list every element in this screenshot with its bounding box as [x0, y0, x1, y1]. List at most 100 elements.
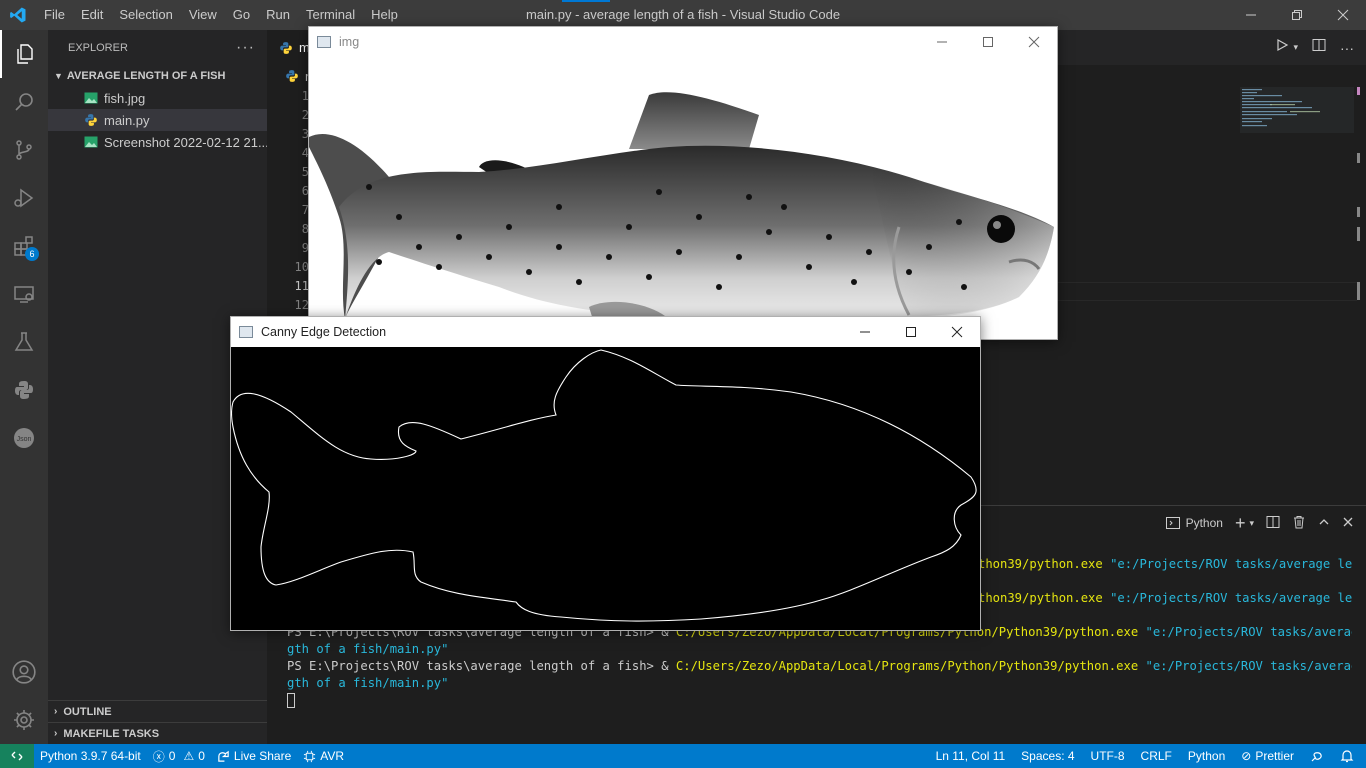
terminal-cursor — [287, 693, 295, 708]
source-control-icon[interactable] — [0, 126, 48, 174]
menu-run[interactable]: Run — [258, 0, 298, 30]
folder-name: AVERAGE LENGTH OF A FISH — [66, 70, 226, 82]
explorer-icon[interactable] — [0, 30, 48, 78]
file-name: main.py — [104, 112, 150, 128]
more-actions-icon[interactable]: ··· — [1340, 40, 1354, 56]
img-window[interactable]: img — [308, 26, 1058, 340]
line-number: 6 — [301, 184, 309, 198]
avr-button[interactable]: AVR — [297, 749, 350, 763]
file-item-main-py[interactable]: main.py — [48, 109, 267, 131]
close-panel-icon[interactable] — [1342, 516, 1354, 531]
fish-grayscale-image — [309, 57, 1057, 339]
title-accent-bar — [562, 0, 610, 2]
error-icon: ⓧ — [152, 749, 165, 764]
canny-edge-window[interactable]: Canny Edge Detection — [230, 316, 981, 631]
eol-label: CRLF — [1140, 749, 1172, 763]
window-app-icon — [317, 36, 331, 48]
trash-icon[interactable] — [1292, 515, 1306, 532]
makefile-tasks-section[interactable]: › MAKEFILE TASKS — [48, 722, 267, 744]
avr-label: AVR — [320, 749, 345, 763]
svg-text:Json: Json — [17, 436, 32, 443]
prettier-status[interactable]: ⊘ Prettier — [1233, 749, 1302, 763]
problems-indicator[interactable]: ⓧ 0 ⚠ 0 — [147, 748, 211, 765]
encoding-label: UTF-8 — [1090, 749, 1125, 763]
explorer-header: EXPLORER — [68, 41, 128, 54]
file-name: fish.jpg — [104, 90, 146, 106]
vscode-logo-icon — [0, 0, 36, 30]
split-terminal-icon[interactable] — [1266, 515, 1280, 532]
line-number: 12 — [294, 298, 309, 312]
testing-icon[interactable] — [0, 318, 48, 366]
prettier-icon: ⊘ — [1241, 749, 1252, 763]
terminal-cursor-line — [287, 692, 1352, 709]
indentation[interactable]: Spaces: 4 — [1013, 749, 1082, 763]
menu-file[interactable]: File — [36, 0, 73, 30]
new-terminal-icon[interactable]: + — [1235, 513, 1246, 534]
close-icon[interactable] — [1011, 27, 1057, 57]
warning-count: 0 — [198, 749, 205, 763]
minimize-icon[interactable] — [842, 317, 888, 347]
encoding[interactable]: UTF-8 — [1083, 749, 1133, 763]
run-python-file-icon[interactable] — [1275, 38, 1289, 57]
settings-gear-icon[interactable] — [0, 696, 48, 744]
remote-indicator-icon[interactable] — [0, 744, 34, 768]
chevron-down-icon[interactable]: ▾ — [1249, 518, 1254, 529]
live-share-label: Live Share — [233, 749, 292, 763]
close-icon[interactable] — [1320, 0, 1366, 30]
restore-icon[interactable] — [1274, 0, 1320, 30]
live-share-button[interactable]: Live Share — [211, 749, 297, 763]
minimize-icon[interactable] — [1228, 0, 1274, 30]
python-interpreter[interactable]: Python 3.9.7 64-bit — [34, 749, 147, 763]
cursor-position[interactable]: Ln 11, Col 11 — [928, 749, 1014, 763]
feedback-icon[interactable] — [1302, 749, 1332, 763]
window-title: main.py - average length of a fish - Vis… — [525, 7, 841, 22]
search-icon[interactable] — [0, 78, 48, 126]
chevron-down-icon[interactable]: ▾ — [1293, 42, 1298, 53]
terminal-line: gth of a fish/main.py" — [287, 676, 449, 690]
menu-selection[interactable]: Selection — [111, 0, 180, 30]
python-version: Python 3.9.7 64-bit — [40, 749, 141, 763]
json-icon[interactable]: Json — [0, 414, 48, 462]
editor-scrollbar[interactable] — [1354, 87, 1366, 505]
canny-edge-image — [231, 347, 980, 630]
maximize-icon[interactable] — [965, 27, 1011, 57]
canny-window-title: Canny Edge Detection — [261, 325, 387, 339]
error-count: 0 — [168, 749, 176, 763]
warning-icon: ⚠ — [183, 749, 195, 763]
workspace-folder[interactable]: ▼ AVERAGE LENGTH OF A FISH — [48, 65, 267, 87]
img-window-title: img — [339, 35, 360, 49]
line-number: 8 — [301, 222, 309, 236]
outline-section[interactable]: › OUTLINE — [48, 700, 267, 722]
remote-explorer-icon[interactable] — [0, 270, 48, 318]
account-icon[interactable] — [0, 648, 48, 696]
menu-view[interactable]: View — [181, 0, 225, 30]
maximize-panel-icon[interactable] — [1318, 516, 1330, 531]
outline-label: OUTLINE — [63, 705, 112, 718]
menu-go[interactable]: Go — [225, 0, 258, 30]
line-number: 4 — [301, 146, 309, 160]
activity-bar: 6 Json — [0, 30, 48, 744]
notifications-bell-icon[interactable] — [1332, 749, 1366, 763]
minimize-icon[interactable] — [919, 27, 965, 57]
split-editor-icon[interactable] — [1312, 38, 1326, 57]
file-name: Screenshot 2022-02-12 21... — [104, 134, 267, 150]
file-item-fish-jpg[interactable]: fish.jpg — [48, 87, 267, 109]
python-icon[interactable] — [0, 366, 48, 414]
line-number: 11 — [294, 279, 309, 293]
file-item-screenshot[interactable]: Screenshot 2022-02-12 21... — [48, 131, 267, 153]
close-icon[interactable] — [934, 317, 980, 347]
minimap[interactable] — [1240, 87, 1354, 147]
language-mode[interactable]: Python — [1180, 749, 1233, 763]
extensions-icon[interactable]: 6 — [0, 222, 48, 270]
python-file-icon — [280, 41, 292, 54]
line-number: 5 — [301, 165, 309, 179]
terminal-shell-selector[interactable]: Python — [1165, 516, 1223, 530]
window-app-icon — [239, 326, 253, 338]
shell-label: Python — [1185, 516, 1223, 530]
end-of-line[interactable]: CRLF — [1133, 749, 1180, 763]
menu-edit[interactable]: Edit — [73, 0, 111, 30]
live-share-icon — [218, 750, 229, 762]
maximize-icon[interactable] — [888, 317, 934, 347]
more-actions-icon[interactable]: ··· — [236, 39, 255, 57]
run-debug-icon[interactable] — [0, 174, 48, 222]
